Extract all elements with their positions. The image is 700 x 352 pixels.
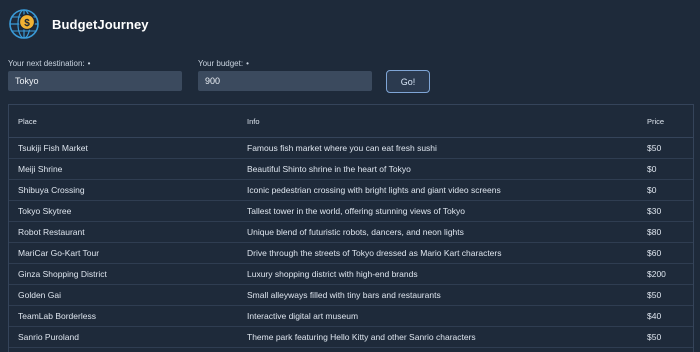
price-cell: $40 [638, 305, 693, 327]
required-marker: • [87, 59, 91, 68]
table-row: Meiji Shrine Beautiful Shinto shrine in … [9, 158, 693, 180]
table-header-row: Place Info Price [9, 105, 693, 138]
price-cell: $200 [638, 263, 693, 285]
table-row: MariCar Go-Kart Tour Drive through the s… [9, 242, 693, 264]
budget-input[interactable] [198, 71, 372, 91]
info-cell: Luxury shopping district with high-end b… [238, 263, 638, 285]
info-cell: Interactive digital art museum [238, 305, 638, 327]
budget-label: Your budget: • [198, 59, 249, 68]
table-row: Tokyo Skytree Tallest tower in the world… [9, 200, 693, 222]
price-cell: $60 [638, 242, 693, 264]
info-cell: Unique blend of futuristic robots, dance… [238, 221, 638, 243]
column-header-place: Place [9, 105, 238, 138]
info-cell: Small alleyways filled with tiny bars an… [238, 284, 638, 306]
info-cell: Iconic pedestrian crossing with bright l… [238, 179, 638, 201]
place-cell: Robot Restaurant [9, 221, 238, 243]
place-cell: Meiji Shrine [9, 158, 238, 180]
place-cell: Tokyo Skytree [9, 200, 238, 222]
place-cell: Ginza Shopping District [9, 263, 238, 285]
price-cell: $50 [638, 326, 693, 348]
price-cell: $80 [638, 221, 693, 243]
globe-money-icon: $ [9, 9, 39, 39]
info-cell: Beautiful Shinto shrine in the heart of … [238, 158, 638, 180]
budget-label-text: Your budget: [198, 59, 244, 68]
svg-text:$: $ [24, 18, 30, 29]
app-header: $ BudgetJourney [8, 8, 149, 40]
column-header-price: Price [638, 105, 693, 138]
app-title: BudgetJourney [52, 16, 149, 32]
table-row: Robot Restaurant Unique blend of futuris… [9, 221, 693, 243]
price-cell: $30 [638, 200, 693, 222]
price-cell: $50 [638, 284, 693, 306]
price-cell: $0 [638, 158, 693, 180]
place-cell: Shibuya Crossing [9, 179, 238, 201]
budgetjourney-app: $ BudgetJourney Your next destination: • … [0, 0, 700, 352]
info-cell: Drive through the streets of Tokyo dress… [238, 242, 638, 264]
info-cell: Famous fish market where you can eat fre… [238, 137, 638, 159]
column-header-info: Info [238, 105, 638, 138]
table-row: Ginza Shopping District Luxury shopping … [9, 263, 693, 285]
info-cell: Tallest tower in the world, offering stu… [238, 200, 638, 222]
destination-label: Your next destination: • [8, 59, 90, 68]
table-row: Golden Gai Small alleyways filled with t… [9, 284, 693, 306]
destination-input[interactable] [8, 71, 182, 91]
table-row: Sanrio Puroland Theme park featuring Hel… [9, 326, 693, 348]
place-cell: MariCar Go-Kart Tour [9, 242, 238, 264]
price-cell: $0 [638, 179, 693, 201]
table-row: TeamLab Borderless Interactive digital a… [9, 305, 693, 327]
place-cell: TeamLab Borderless [9, 305, 238, 327]
results-table: Place Info Price Tsukiji Fish Market Fam… [8, 104, 694, 352]
table-row: Tsukiji Fish Market Famous fish market w… [9, 137, 693, 159]
place-cell: Tsukiji Fish Market [9, 137, 238, 159]
table-row: Shibuya Crossing Iconic pedestrian cross… [9, 179, 693, 201]
info-cell: Theme park featuring Hello Kitty and oth… [238, 326, 638, 348]
required-marker: • [246, 59, 249, 68]
price-cell: $50 [638, 137, 693, 159]
destination-label-text: Your next destination: [8, 59, 85, 68]
place-cell: Golden Gai [9, 284, 238, 306]
place-cell: Sanrio Puroland [9, 326, 238, 348]
go-button[interactable]: Go! [386, 70, 430, 93]
